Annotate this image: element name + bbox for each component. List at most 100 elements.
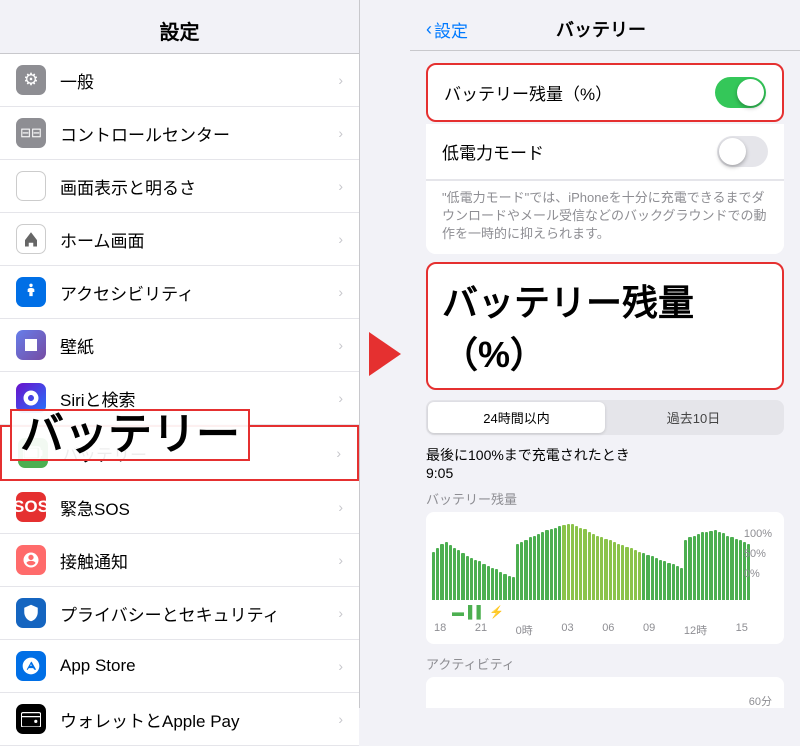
settings-item-display[interactable]: AA 画面表示と明るさ ›: [0, 160, 359, 213]
battery-bar: [718, 532, 721, 600]
battery-bar: [503, 574, 506, 600]
activity-chart-section: アクティビティ 60分 30分 0分 18 21 0時 03 06 09: [410, 650, 800, 708]
battery-bar: [554, 528, 557, 600]
battery-bar: [508, 576, 511, 600]
display-icon: AA: [16, 171, 46, 201]
chevron-icon: ›: [338, 552, 343, 568]
settings-header: 設定: [0, 0, 359, 54]
battery-bar: [722, 533, 725, 599]
chevron-icon: ›: [338, 178, 343, 194]
tab-10days[interactable]: 過去10日: [605, 402, 782, 433]
battery-pct-toggle[interactable]: [715, 77, 766, 108]
settings-item-privacy[interactable]: プライバシーとセキュリティ ›: [0, 587, 359, 640]
last-charged-time: 9:05: [426, 465, 784, 481]
battery-bar: [642, 553, 645, 599]
battery-bar: [709, 531, 712, 600]
battery-bar: [575, 526, 578, 600]
battery-bar: [579, 528, 582, 600]
battery-bar: [571, 524, 574, 599]
appstore-label: App Store: [60, 656, 338, 676]
battery-pct-overlay: バッテリー残量（%）: [426, 262, 784, 390]
battery-pct-overlay-text: バッテリー残量（%）: [442, 282, 694, 375]
battery-bar: [730, 537, 733, 599]
battery-bar: [520, 542, 523, 600]
settings-item-wallet[interactable]: ウォレットとApple Pay ›: [0, 693, 359, 746]
battery-bar: [478, 561, 481, 599]
y-label-100: 100%: [744, 528, 772, 540]
sos-label: 緊急SOS: [60, 495, 338, 520]
display-label: 画面表示と明るさ: [60, 174, 338, 199]
settings-item-battery[interactable]: バッテリー › バッテリー: [0, 425, 359, 481]
activity-y-labels: 60分 30分 0分: [749, 693, 772, 708]
battery-bar: [676, 566, 679, 600]
battery-pct-row-container: バッテリー残量（%）: [426, 63, 784, 122]
settings-item-contact[interactable]: 接触通知 ›: [0, 534, 359, 587]
privacy-icon: [16, 598, 46, 628]
battery-detail-panel: ‹ 設定 バッテリー バッテリー残量（%） 低電力モード "低電力モード"で: [410, 0, 800, 708]
chevron-icon: ›: [338, 711, 343, 727]
battery-bar: [663, 561, 666, 599]
x-label-15: 15: [736, 622, 748, 638]
battery-bar: [651, 556, 654, 599]
chevron-icon: ›: [338, 72, 343, 88]
battery-bar: [466, 556, 469, 600]
arrow-container: [360, 0, 410, 708]
battery-bar: [567, 524, 570, 600]
battery-bar: [646, 555, 649, 600]
battery-bar: [470, 558, 473, 600]
battery-bar: [638, 552, 641, 600]
x-label-6: 06: [602, 622, 614, 638]
settings-item-appstore[interactable]: App Store ›: [0, 640, 359, 693]
x-label-9: 09: [643, 622, 655, 638]
battery-bar: [474, 560, 477, 600]
battery-bar: [558, 526, 561, 600]
battery-chart-label: バッテリー残量: [426, 489, 784, 508]
back-chevron-icon: ‹: [426, 19, 432, 40]
battery-bar: [457, 550, 460, 600]
toggle-knob: [719, 138, 746, 165]
back-button[interactable]: ‹ 設定: [426, 17, 468, 42]
battery-bar: [655, 558, 658, 600]
battery-bar: [524, 540, 527, 600]
battery-bar: [697, 534, 700, 600]
battery-bar: [562, 525, 565, 599]
last-charged-section: 最後に100%まで充電されたとき 9:05: [410, 445, 800, 485]
battery-bar: [613, 542, 616, 600]
contact-icon: [16, 545, 46, 575]
battery-bar: [688, 537, 691, 599]
chevron-icon: ›: [338, 605, 343, 621]
settings-item-accessibility[interactable]: アクセシビリティ ›: [0, 266, 359, 319]
battery-bar: [617, 544, 620, 600]
battery-bar: [487, 566, 490, 600]
chevron-icon: ›: [338, 337, 343, 353]
settings-list: ⚙ 一般 › ⊟⊟ コントロールセンター › AA 画面表示と明るさ › ホーム…: [0, 54, 359, 746]
chevron-icon: ›: [336, 445, 341, 461]
battery-bar: [445, 542, 448, 600]
general-icon: ⚙: [16, 65, 46, 95]
battery-bar: [625, 547, 628, 600]
battery-bar: [672, 564, 675, 599]
battery-bar: [499, 572, 502, 600]
low-power-toggle[interactable]: [717, 136, 768, 167]
accessibility-label: アクセシビリティ: [60, 280, 338, 305]
act-y-60: 60分: [749, 693, 772, 708]
settings-item-control-center[interactable]: ⊟⊟ コントロールセンター ›: [0, 107, 359, 160]
red-arrow-icon: [369, 332, 401, 376]
settings-item-general[interactable]: ⚙ 一般 ›: [0, 54, 359, 107]
low-power-row: 低電力モード: [426, 124, 784, 180]
battery-bar: [436, 548, 439, 600]
battery-x-labels: 18 21 0時 03 06 09 12時 15: [432, 622, 750, 638]
x-label-18: 18: [434, 622, 446, 638]
settings-item-sos[interactable]: SOS 緊急SOS ›: [0, 481, 359, 534]
tab-24h[interactable]: 24時間以内: [428, 402, 605, 433]
battery-pct-label: バッテリー残量（%）: [444, 80, 715, 105]
battery-bar: [440, 544, 443, 600]
sos-icon: SOS: [16, 492, 46, 522]
battery-bar: [630, 548, 633, 599]
wallet-icon: [16, 704, 46, 734]
settings-item-wallpaper[interactable]: 壁紙 ›: [0, 319, 359, 372]
battery-overlay-text: バッテリー: [10, 409, 250, 461]
settings-item-home[interactable]: ホーム画面 ›: [0, 213, 359, 266]
chevron-icon: ›: [338, 390, 343, 406]
battery-bars: [432, 520, 750, 600]
